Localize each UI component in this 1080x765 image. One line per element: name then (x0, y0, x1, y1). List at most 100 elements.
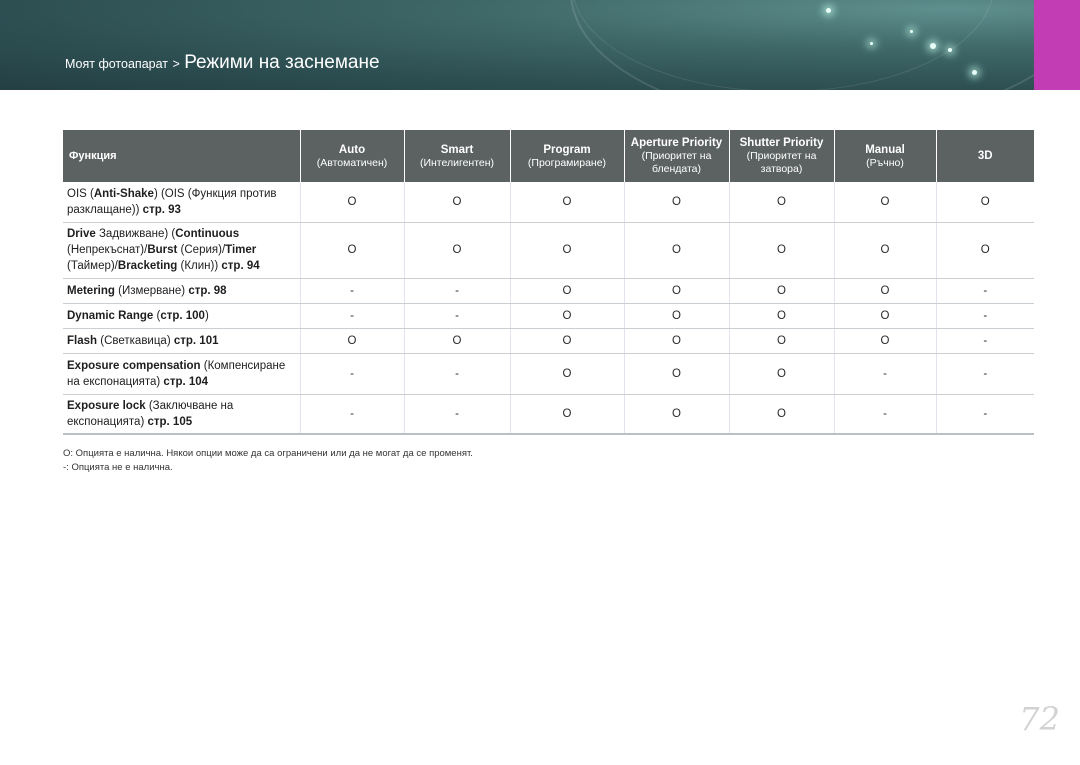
availability-cell: O (833, 328, 936, 354)
sparkle-icon (930, 43, 936, 49)
breadcrumb-separator: > (172, 57, 180, 71)
availability-cell: O (935, 222, 1034, 279)
feature-label-bold: Exposure lock (67, 399, 146, 412)
feature-label-bold: Drive (67, 228, 96, 240)
column-header-function: Функция (63, 130, 301, 182)
feature-label-text: ) (204, 309, 209, 322)
availability-cell: - (935, 328, 1034, 354)
feature-label-text: (Непрекъснат)/ (67, 244, 148, 256)
availability-cell: - (299, 278, 404, 304)
table-row: Exposure compensation (Компенсиране на е… (63, 353, 1034, 395)
availability-cell: O (623, 222, 729, 279)
feature-label-bold: Bracketing (117, 260, 178, 272)
availability-cell: - (403, 303, 510, 329)
availability-cell: O (728, 222, 834, 279)
availability-cell: O (623, 182, 729, 223)
feature-label-text: (Серия)/ (177, 244, 226, 256)
feature-label: Exposure compensation (Компенсиране на е… (63, 353, 300, 395)
feature-label-bold: Dynamic Range (67, 309, 154, 322)
mode-name-translation: (Програмиране) (527, 156, 607, 169)
feature-label: Exposure lock (Заключване на експонацият… (63, 394, 300, 435)
legend-notes: O: Опцията е налична. Някои опции може д… (63, 447, 473, 475)
availability-cell: - (935, 394, 1034, 435)
availability-cell: O (509, 278, 624, 304)
feature-label-bold: Flash (67, 334, 98, 347)
availability-cell: O (509, 222, 624, 279)
availability-cell: - (299, 394, 404, 435)
feature-label-bold: Metering (67, 284, 115, 297)
mode-name: 3D (977, 150, 993, 162)
modes-table: Функция Auto (Автоматичен) Smart (Интелигент… (63, 130, 1034, 435)
availability-cell: O (299, 182, 404, 223)
header-banner: Моят фотоапарат > Режими на заснемане (0, 0, 1034, 90)
mode-name: Manual (865, 143, 905, 156)
availability-cell: O (623, 278, 729, 304)
mode-name: Auto (338, 143, 366, 156)
sparkle-icon (870, 42, 873, 45)
feature-label-bold: стр. 104 (163, 375, 209, 388)
table-row: Metering (Измерване) стр. 98- - O O O O - (63, 278, 1034, 304)
availability-cell: O (728, 182, 834, 223)
availability-cell: - (935, 303, 1034, 329)
page-title: Режими на заснемане (184, 52, 380, 73)
sparkle-icon (826, 8, 831, 13)
sparkle-icon (972, 70, 977, 75)
mode-name: Smart (440, 143, 474, 156)
availability-cell: - (299, 303, 404, 329)
feature-label-text: (Измерване) (114, 284, 189, 297)
page-number: 72 (1019, 700, 1060, 738)
breadcrumb-parent[interactable]: Моят фотоапарат (65, 57, 168, 71)
column-header-mode: Program (Програмиране) (510, 130, 625, 182)
mode-name-translation: (Приоритет на (746, 150, 817, 162)
feature-label-bold: Timer (225, 244, 257, 256)
feature-label-bold: стр. 105 (147, 415, 193, 428)
mode-name-translation: (Ръчно) (866, 156, 904, 169)
sparkle-icon (948, 48, 952, 52)
availability-cell: - (935, 278, 1034, 304)
availability-cell: - (403, 278, 510, 304)
table-header-row: Функция Auto (Автоматичен) Smart (Интелигент… (63, 130, 1034, 182)
feature-label: Flash (Светкавица) стр. 101 (63, 328, 300, 354)
feature-label-bold: стр. 98 (188, 284, 227, 297)
feature-label-bold: стр. 100 (160, 309, 205, 322)
column-header-mode: Shutter Priority (Приоритет на затвора) (729, 130, 835, 182)
availability-cell: O (623, 303, 729, 329)
mode-name-translation: (Автоматичен) (316, 156, 388, 169)
availability-cell: O (728, 303, 834, 329)
feature-label-bold: стр. 94 (221, 260, 260, 272)
feature-label-text: (Светкавица) (97, 334, 174, 347)
mode-name-translation: блендата) (651, 163, 702, 175)
availability-cell: O (728, 278, 834, 304)
feature-label-bold: стр. 93 (142, 203, 181, 216)
feature-label-text: (Клин)) (177, 260, 222, 272)
feature-label-bold: Burst (147, 244, 178, 256)
legend-available: O: Опцията е налична. Някои опции може д… (63, 448, 473, 459)
availability-cell: O (403, 328, 510, 354)
availability-cell: O (299, 222, 404, 279)
availability-cell: O (833, 182, 936, 223)
table-row: Flash (Светкавица) стр. 101 O O O O O O - (63, 328, 1034, 354)
feature-label-text: OIS (67, 187, 91, 200)
column-header-mode: Aperture Priority (Приоритет на блендата) (624, 130, 730, 182)
availability-cell: - (299, 353, 404, 395)
availability-cell: - (403, 394, 510, 435)
availability-cell: O (833, 278, 936, 304)
feature-label-text: Задвижване) ( (95, 228, 176, 240)
availability-cell: O (509, 353, 624, 395)
availability-cell: O (403, 182, 510, 223)
availability-cell: O (728, 328, 834, 354)
availability-cell: - (833, 353, 936, 395)
mode-name-translation: (Приоритет на (641, 150, 712, 162)
feature-label: Dynamic Range (стр. 100) (63, 303, 300, 329)
section-tab[interactable] (1034, 0, 1080, 90)
feature-label: Metering (Измерване) стр. 98 (63, 278, 300, 304)
availability-cell: - (833, 394, 936, 435)
column-header-mode: Manual (Ръчно) (834, 130, 937, 182)
sparkle-icon (910, 30, 913, 33)
mode-name-translation: (Интелигентен) (419, 156, 495, 169)
feature-label-bold: стр. 101 (173, 334, 219, 347)
feature-label-bold: Exposure compensation (67, 359, 201, 372)
column-header-mode: Auto (Автоматичен) (300, 130, 405, 182)
availability-cell: O (509, 328, 624, 354)
table-body: OIS (Anti-Shake) (OIS (Функция против ра… (63, 182, 1034, 435)
